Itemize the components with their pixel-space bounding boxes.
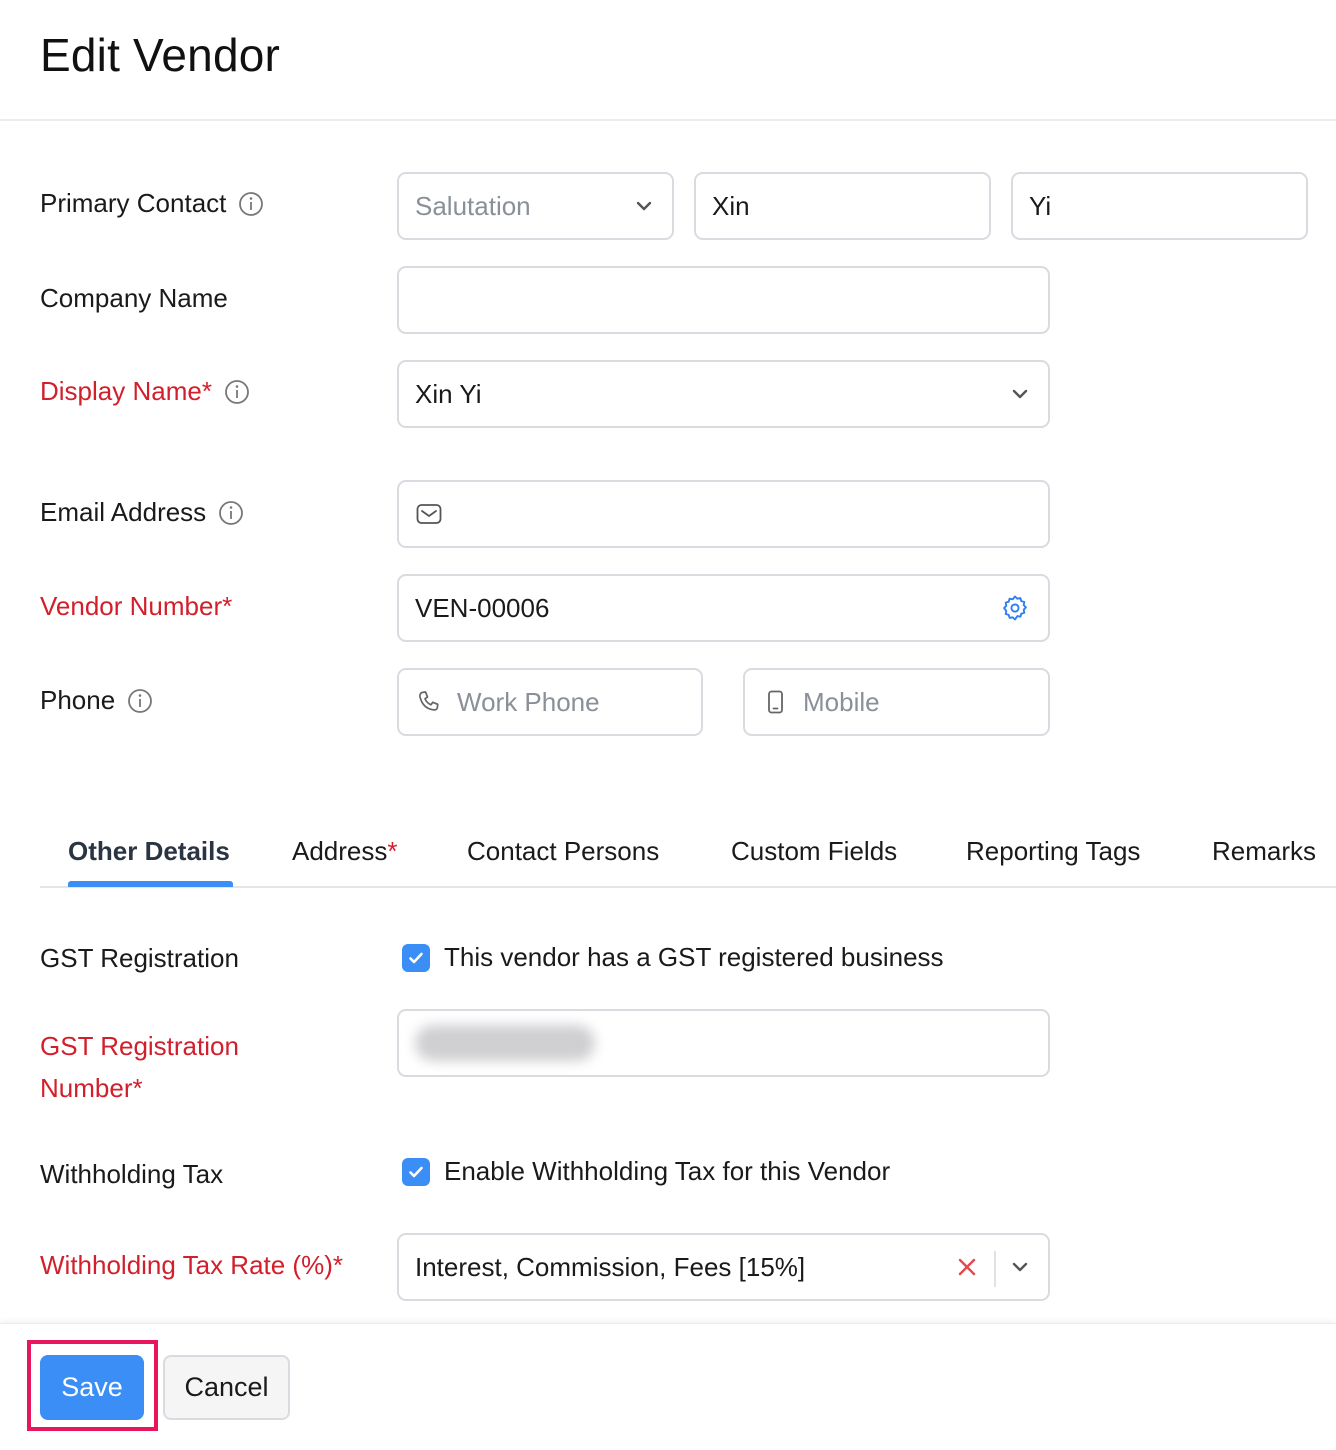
info-icon[interactable] xyxy=(218,500,244,526)
company-name-label: Company Name xyxy=(40,283,228,314)
gst-number-label-line1: GST Registration xyxy=(40,1031,239,1061)
checkmark-icon xyxy=(409,952,423,963)
first-name-input[interactable]: Xin xyxy=(694,172,991,240)
page-header: Edit Vendor xyxy=(0,0,1336,121)
display-name-value: Xin Yi xyxy=(415,378,482,409)
withholding-rate-label-text: Withholding Tax Rate (%)* xyxy=(40,1250,343,1280)
display-name-label: Display Name* xyxy=(40,376,250,407)
gst-registration-label: GST Registration xyxy=(40,943,239,974)
chevron-down-icon xyxy=(636,201,652,211)
last-name-input[interactable]: Yi xyxy=(1011,172,1308,240)
salutation-select[interactable]: Salutation xyxy=(397,172,674,240)
phone-icon xyxy=(419,691,439,711)
gst-registered-checkbox[interactable] xyxy=(402,943,430,972)
company-name-label-text: Company Name xyxy=(40,283,228,313)
tab-remarks-label: Remarks xyxy=(1212,836,1317,866)
email-field[interactable] xyxy=(397,480,1050,548)
required-mark: * xyxy=(387,836,398,866)
tab-contact-persons-label: Contact Persons xyxy=(467,836,660,866)
tab-custom-fields[interactable]: Custom Fields xyxy=(731,836,897,867)
mobile-input[interactable]: Mobile xyxy=(743,668,1050,736)
vendor-number-label-text: Vendor Number* xyxy=(40,591,233,621)
withholding-tax-label: Withholding Tax xyxy=(40,1159,223,1190)
gst-registered-checkbox-label: This vendor has a GST registered busines… xyxy=(444,942,944,972)
chevron-down-icon xyxy=(1012,389,1028,399)
save-button-highlight xyxy=(27,1340,158,1431)
info-icon[interactable] xyxy=(224,379,250,405)
gst-number-label: GST Registration Number* xyxy=(40,1025,239,1109)
tab-other-details-label: Other Details xyxy=(68,836,230,866)
info-icon[interactable] xyxy=(127,688,153,714)
gst-registered-checkbox-row[interactable]: This vendor has a GST registered busines… xyxy=(402,942,944,973)
cancel-button[interactable]: Cancel xyxy=(163,1355,290,1420)
email-label-text: Email Address xyxy=(40,497,207,527)
tab-reporting-tags[interactable]: Reporting Tags xyxy=(966,836,1140,867)
phone-label: Phone xyxy=(40,685,153,716)
tab-custom-fields-label: Custom Fields xyxy=(731,836,898,866)
envelope-icon xyxy=(416,504,442,524)
active-tab-indicator xyxy=(68,881,233,887)
company-name-input[interactable] xyxy=(397,266,1050,334)
first-name-value: Xin xyxy=(712,190,750,221)
display-name-select[interactable]: Xin Yi xyxy=(397,360,1050,428)
withholding-rate-label: Withholding Tax Rate (%)* xyxy=(40,1250,343,1281)
work-phone-placeholder: Work Phone xyxy=(457,686,600,717)
tab-address[interactable]: Address* xyxy=(292,836,398,867)
gst-registration-label-text: GST Registration xyxy=(40,943,239,973)
salutation-placeholder: Salutation xyxy=(415,190,531,221)
withholding-tax-checkbox-row[interactable]: Enable Withholding Tax for this Vendor xyxy=(402,1156,890,1187)
vendor-number-label: Vendor Number* xyxy=(40,591,232,622)
gst-number-input[interactable] xyxy=(397,1009,1050,1077)
gst-number-label-line2: Number* xyxy=(40,1073,143,1103)
primary-contact-label: Primary Contact xyxy=(40,188,264,219)
gear-icon[interactable] xyxy=(1000,593,1030,623)
withholding-tax-label-text: Withholding Tax xyxy=(40,1159,224,1189)
work-phone-input[interactable]: Work Phone xyxy=(397,668,703,736)
withholding-tax-checkbox-label: Enable Withholding Tax for this Vendor xyxy=(444,1156,891,1186)
withholding-tax-checkbox[interactable] xyxy=(402,1157,430,1186)
tab-contact-persons[interactable]: Contact Persons xyxy=(467,836,659,867)
clear-icon[interactable] xyxy=(956,1256,978,1278)
display-name-label-text: Display Name* xyxy=(40,376,212,406)
detail-tabs: Other Details Address* Contact Persons C… xyxy=(40,820,1336,888)
page-title: Edit Vendor xyxy=(40,29,281,81)
withholding-rate-value: Interest, Commission, Fees [15%] xyxy=(415,1251,806,1282)
chevron-down-icon[interactable] xyxy=(1008,1255,1032,1279)
last-name-value: Yi xyxy=(1029,190,1052,221)
tab-remarks[interactable]: Remarks xyxy=(1212,836,1316,867)
withholding-rate-select[interactable]: Interest, Commission, Fees [15%] xyxy=(397,1233,1050,1301)
select-divider xyxy=(994,1251,996,1287)
redacted-gst-number xyxy=(415,1025,595,1061)
vendor-number-input[interactable]: VEN-00006 xyxy=(397,574,1050,642)
tab-reporting-tags-label: Reporting Tags xyxy=(966,836,1141,866)
mobile-icon xyxy=(768,690,783,714)
primary-contact-label-text: Primary Contact xyxy=(40,188,227,218)
info-icon[interactable] xyxy=(238,191,264,217)
phone-label-text: Phone xyxy=(40,685,116,715)
checkmark-icon xyxy=(409,1166,423,1177)
tab-address-label: Address xyxy=(292,836,388,866)
vendor-number-value: VEN-00006 xyxy=(415,592,550,623)
mobile-placeholder: Mobile xyxy=(803,686,880,717)
tab-other-details[interactable]: Other Details xyxy=(68,836,230,867)
email-label: Email Address xyxy=(40,497,244,528)
